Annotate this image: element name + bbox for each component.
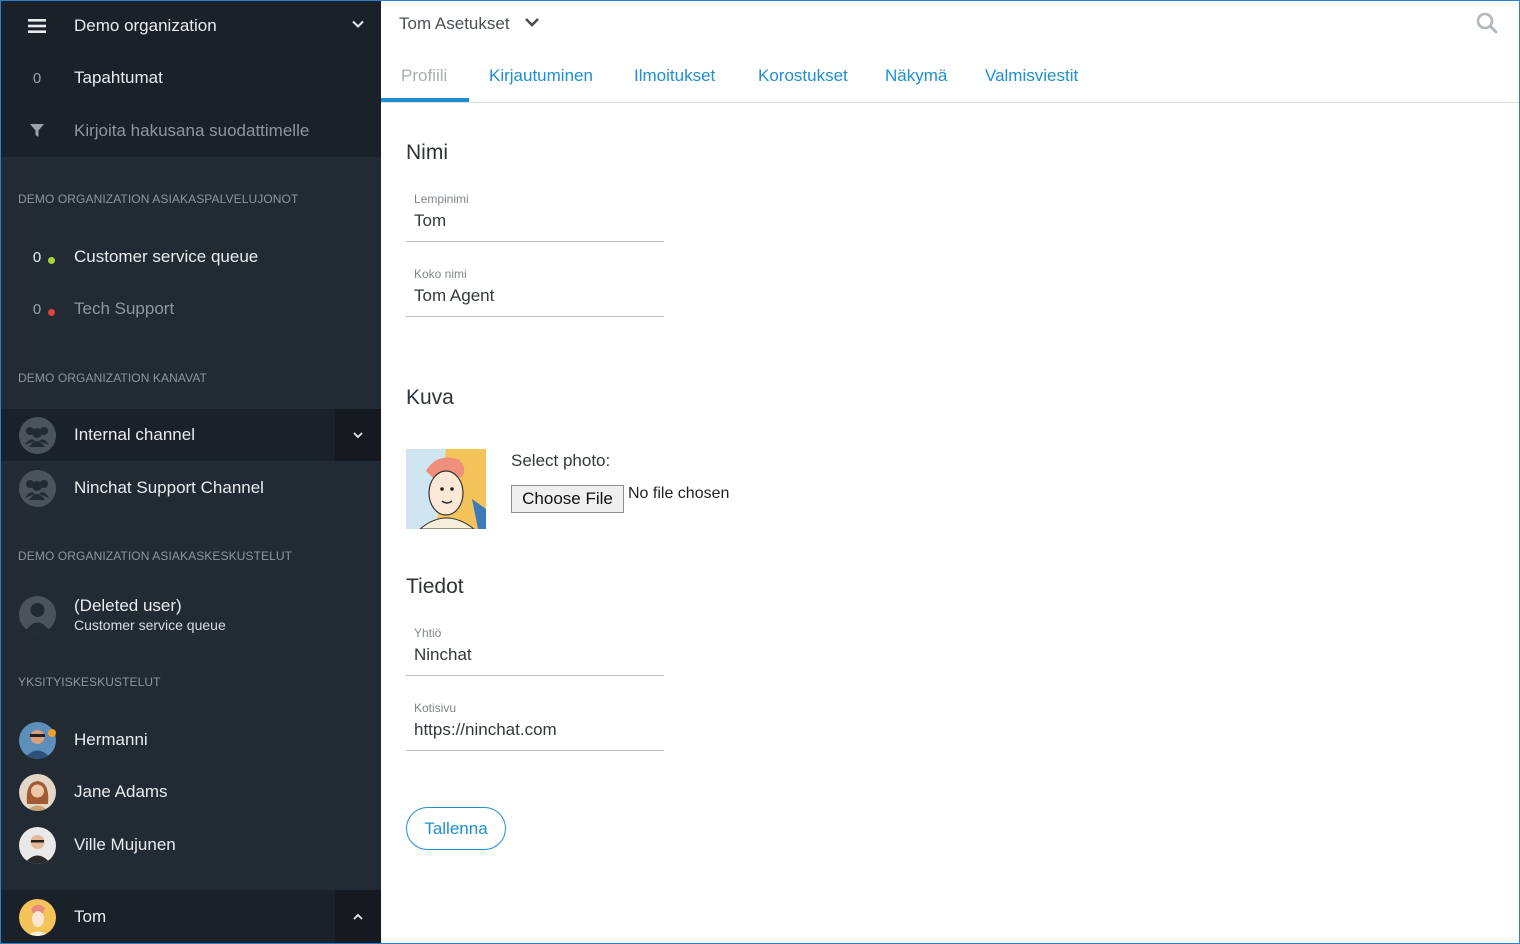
private-label: Ville Mujunen	[74, 835, 176, 854]
private-item-hermanni[interactable]: Hermanni	[0, 714, 381, 766]
section-title-info: Tiedot	[406, 575, 464, 598]
chevron-up-icon[interactable]	[335, 890, 381, 944]
queue-count: 0	[32, 300, 42, 318]
field-value[interactable]: Ninchat	[414, 645, 472, 665]
chevron-down-icon[interactable]	[335, 409, 381, 461]
channels-header: DEMO ORGANIZATION KANAVAT	[18, 371, 207, 385]
field-value[interactable]: https://ninchat.com	[414, 720, 557, 740]
no-file-text: No file chosen	[628, 485, 730, 502]
tab-notifications[interactable]: Ilmoitukset	[634, 66, 715, 86]
channel-label: Internal channel	[74, 425, 195, 444]
select-photo-label: Select photo:	[511, 451, 611, 470]
private-item-jane[interactable]: Jane Adams	[0, 766, 381, 818]
nickname-field[interactable]: Lempinimi Tom	[406, 192, 664, 242]
tab-profile[interactable]: Profiili	[401, 66, 447, 86]
conversation-label: (Deleted user)	[74, 595, 182, 615]
conversation-item[interactable]: (Deleted user) Customer service queue	[0, 588, 381, 640]
choose-file-button[interactable]: Choose File	[511, 485, 624, 513]
tab-login[interactable]: Kirjautuminen	[489, 66, 593, 86]
channel-label: Ninchat Support Channel	[74, 478, 264, 497]
private-header: YKSITYISKESKUSTELUT	[18, 675, 161, 689]
group-icon	[18, 469, 56, 507]
queue-label: Customer service queue	[74, 247, 259, 266]
title-dropdown[interactable]: Tom Asetukset	[399, 14, 540, 34]
sidebar: Demo organization 0 Tapahtumat Kirjoita …	[0, 0, 381, 944]
status-dot-online	[48, 256, 55, 264]
search-icon[interactable]	[1476, 12, 1498, 39]
settings-tabs: Profiili Kirjautuminen Ilmoitukset Koros…	[381, 52, 1520, 103]
filter-input[interactable]: Kirjoita hakusana suodattimelle	[74, 121, 309, 141]
conversation-sublabel: Customer service queue	[74, 616, 226, 633]
channel-item-internal[interactable]: Internal channel	[0, 409, 381, 461]
settings-panel: Tom Asetukset Profiili Kirjautuminen Ilm…	[381, 0, 1520, 944]
tab-view[interactable]: Näkymä	[885, 66, 947, 86]
field-label: Kotisivu	[414, 701, 457, 715]
section-title-name: Nimi	[406, 141, 448, 164]
field-label: Yhtiö	[414, 626, 442, 640]
avatar	[18, 721, 56, 759]
tab-canned-messages[interactable]: Valmisviestit	[985, 66, 1078, 86]
section-title-photo: Kuva	[406, 386, 454, 409]
avatar	[18, 898, 56, 936]
chevron-down-icon[interactable]	[524, 15, 540, 33]
filter-icon	[0, 123, 74, 138]
queue-item[interactable]: 0 Customer service queue	[0, 231, 381, 283]
menu-icon[interactable]	[0, 19, 74, 33]
profile-photo	[406, 449, 486, 529]
field-value[interactable]: Tom	[414, 211, 446, 231]
events-label: Tapahtumat	[74, 68, 163, 87]
channel-item-support[interactable]: Ninchat Support Channel	[0, 462, 381, 514]
save-button[interactable]: Tallenna	[406, 807, 506, 850]
filter-row[interactable]: Kirjoita hakusana suodattimelle	[0, 104, 381, 157]
queue-item[interactable]: 0 Tech Support	[0, 283, 381, 335]
field-label: Lempinimi	[414, 192, 469, 206]
avatar	[18, 826, 56, 864]
current-user-bar[interactable]: Tom	[0, 890, 381, 944]
topbar: Tom Asetukset	[381, 0, 1520, 52]
conversations-header: DEMO ORGANIZATION ASIAKASKESKUSTELUT	[18, 549, 293, 563]
user-icon	[18, 595, 56, 633]
sidebar-item-events[interactable]: 0 Tapahtumat	[0, 52, 381, 104]
field-value[interactable]: Tom Agent	[414, 286, 494, 306]
page-title: Tom Asetukset	[399, 14, 510, 33]
queue-count: 0	[32, 248, 42, 266]
current-user-name: Tom	[74, 907, 107, 926]
chevron-down-icon[interactable]	[351, 17, 365, 36]
status-dot-away	[48, 728, 56, 737]
field-label: Koko nimi	[414, 267, 467, 281]
tab-highlights[interactable]: Korostukset	[758, 66, 848, 86]
private-item-ville[interactable]: Ville Mujunen	[0, 819, 381, 871]
private-label: Jane Adams	[74, 782, 168, 801]
homepage-field[interactable]: Kotisivu https://ninchat.com	[406, 701, 664, 751]
company-field[interactable]: Yhtiö Ninchat	[406, 626, 664, 676]
queue-label: Tech Support	[74, 299, 175, 318]
status-dot-busy	[48, 308, 55, 316]
fullname-field[interactable]: Koko nimi Tom Agent	[406, 267, 664, 317]
events-count: 0	[32, 69, 42, 87]
avatar	[18, 773, 56, 811]
org-selector[interactable]: Demo organization	[0, 0, 381, 52]
queues-header: DEMO ORGANIZATION ASIAKASPALVELUJONOT	[18, 192, 299, 206]
group-icon	[18, 416, 56, 454]
active-tab-indicator	[381, 98, 469, 102]
org-name: Demo organization	[74, 16, 217, 35]
private-label: Hermanni	[74, 730, 148, 749]
